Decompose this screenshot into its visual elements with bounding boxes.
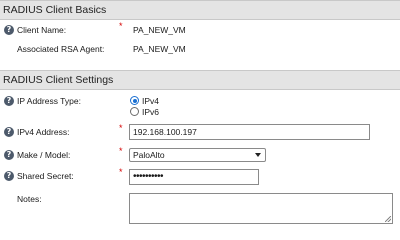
section-title-basics: RADIUS Client Basics — [3, 4, 107, 16]
client-name-value: PA_NEW_VM — [133, 25, 186, 35]
ipv4-radio-label: IPv4 — [142, 96, 160, 106]
client-name-label: Client Name: — [17, 25, 67, 35]
section-header-basics: RADIUS Client Basics — [0, 0, 400, 20]
make-model-select[interactable]: PaloAlto — [129, 148, 266, 162]
help-icon[interactable]: ? — [4, 150, 14, 160]
rsa-agent-label: Associated RSA Agent: — [17, 44, 105, 54]
make-model-label: Make / Model: — [17, 150, 71, 160]
ipv6-radio-label: IPv6 — [142, 107, 160, 117]
make-model-value: PaloAlto — [133, 150, 165, 160]
help-icon[interactable]: ? — [4, 25, 14, 35]
help-icon[interactable]: ? — [4, 171, 14, 181]
notes-textarea[interactable] — [129, 193, 393, 224]
chevron-down-icon — [255, 153, 261, 157]
shared-secret-label: Shared Secret: — [17, 171, 74, 181]
resize-grip-icon[interactable] — [385, 216, 391, 222]
required-icon: * — [119, 21, 123, 31]
section-header-settings: RADIUS Client Settings — [0, 70, 400, 90]
rsa-agent-value: PA_NEW_VM — [133, 44, 186, 54]
ipv4-address-label: IPv4 Address: — [17, 127, 70, 137]
ipv6-radio[interactable] — [130, 107, 139, 116]
help-icon[interactable]: ? — [4, 96, 14, 106]
required-icon: * — [119, 123, 123, 133]
notes-label: Notes: — [17, 194, 42, 204]
shared-secret-input[interactable]: •••••••••• — [129, 169, 259, 185]
ipv4-address-input[interactable]: 192.168.100.197 — [129, 124, 370, 140]
help-icon[interactable]: ? — [4, 127, 14, 137]
ip-type-label: IP Address Type: — [17, 96, 81, 106]
required-icon: * — [119, 167, 123, 177]
required-icon: * — [119, 146, 123, 156]
ipv4-radio[interactable] — [130, 96, 139, 105]
section-title-settings: RADIUS Client Settings — [3, 74, 114, 86]
